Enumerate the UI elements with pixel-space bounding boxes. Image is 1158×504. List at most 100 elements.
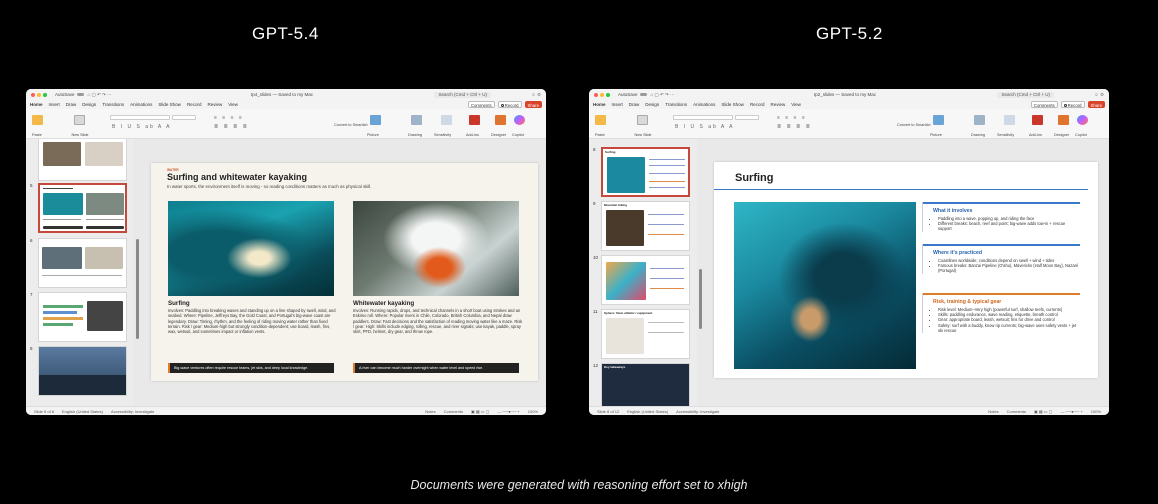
tab-slide-show[interactable]: Slide Show bbox=[721, 100, 744, 109]
addins-icon[interactable] bbox=[469, 115, 480, 125]
new-slide-icon[interactable] bbox=[74, 115, 85, 125]
minimize-button[interactable] bbox=[37, 92, 41, 97]
new-slide-icon[interactable] bbox=[637, 115, 648, 125]
zoom-button[interactable] bbox=[43, 92, 47, 97]
slide-subtitle: In water sports, the environment itself … bbox=[167, 184, 372, 189]
tab-draw[interactable]: Draw bbox=[629, 100, 640, 109]
close-button[interactable] bbox=[31, 92, 35, 97]
slide-thumbnail-8[interactable] bbox=[38, 346, 127, 396]
accessibility-status[interactable]: Accessibility: Investigate bbox=[111, 409, 154, 414]
tab-animations[interactable]: Animations bbox=[693, 100, 715, 109]
font-format-icons[interactable]: B I U S ab A A bbox=[675, 124, 734, 130]
tab-record[interactable]: Record bbox=[750, 100, 765, 109]
record-button[interactable]: Record bbox=[1060, 101, 1085, 108]
info-box-risk: Risk, training & typical gear Risk level… bbox=[922, 293, 1080, 334]
alignment-icons[interactable]: ≣ ≣ ≣ ≣ bbox=[777, 124, 812, 130]
drawing-icon[interactable] bbox=[974, 115, 985, 125]
zoom-level[interactable]: 100% bbox=[528, 409, 538, 414]
view-buttons-icon[interactable]: ▣ ▦ ▭ ▢ bbox=[471, 409, 489, 414]
account-icon[interactable]: ☺ ⚙ bbox=[531, 92, 541, 98]
tab-insert[interactable]: Insert bbox=[49, 100, 60, 109]
tab-view[interactable]: View bbox=[791, 100, 801, 109]
tab-design[interactable]: Design bbox=[82, 100, 96, 109]
sensitivity-icon[interactable] bbox=[1004, 115, 1015, 125]
tab-home[interactable]: Home bbox=[30, 100, 43, 110]
tab-insert[interactable]: Insert bbox=[612, 100, 623, 109]
slide-thumbnail-10[interactable] bbox=[601, 255, 690, 305]
paste-icon[interactable] bbox=[32, 115, 43, 125]
record-label: Record bbox=[1067, 103, 1082, 108]
account-icon[interactable]: ☺ ⚙ bbox=[1094, 92, 1104, 98]
tab-transitions[interactable]: Transitions bbox=[102, 100, 124, 109]
tab-transitions[interactable]: Transitions bbox=[665, 100, 687, 109]
paste-icon[interactable] bbox=[595, 115, 606, 125]
font-size-box[interactable] bbox=[172, 115, 196, 120]
paragraph-icons[interactable]: ≡ ≡ ≡ ≡ bbox=[214, 115, 244, 121]
slide-thumbnail-4[interactable] bbox=[38, 139, 127, 181]
tab-view[interactable]: View bbox=[228, 100, 238, 109]
record-button[interactable]: Record bbox=[497, 101, 522, 108]
tab-review[interactable]: Review bbox=[207, 100, 222, 109]
tab-home[interactable]: Home bbox=[593, 100, 606, 110]
convert-smartart-label[interactable]: Convert to SmartArt bbox=[334, 123, 368, 127]
share-button[interactable]: Share bbox=[524, 101, 542, 108]
slide-thumbnail-12[interactable]: Key takeaways bbox=[601, 363, 690, 406]
slide-thumbnail-8[interactable]: Surfing bbox=[601, 147, 690, 197]
alignment-icons[interactable]: ≣ ≣ ≣ ≣ bbox=[214, 124, 249, 130]
tab-review[interactable]: Review bbox=[770, 100, 785, 109]
picture-icon[interactable] bbox=[370, 115, 381, 125]
font-name-box[interactable] bbox=[110, 115, 170, 120]
zoom-button[interactable] bbox=[606, 92, 610, 97]
zoom-slider[interactable]: — ──●── + bbox=[1060, 409, 1082, 414]
slide-thumbnail-7[interactable] bbox=[38, 292, 127, 342]
view-buttons-icon[interactable]: ▣ ▦ ▭ ▢ bbox=[1034, 409, 1052, 414]
slide-thumbnail-6[interactable] bbox=[38, 238, 127, 288]
slide-thumbnail-11[interactable]: Sphere: Stem athletic / equipment bbox=[601, 309, 690, 359]
sensitivity-icon[interactable] bbox=[441, 115, 452, 125]
slide-canvas[interactable]: WATER Surfing and whitewater kayaking In… bbox=[151, 163, 538, 381]
share-button[interactable]: Share bbox=[1087, 101, 1105, 108]
copilot-icon[interactable] bbox=[1077, 115, 1088, 125]
search-input[interactable]: Search (Cmd + Ctrl + U) bbox=[997, 91, 1054, 98]
tab-animations[interactable]: Animations bbox=[130, 100, 152, 109]
minimize-button[interactable] bbox=[600, 92, 604, 97]
addins-icon[interactable] bbox=[1032, 115, 1043, 125]
zoom-slider[interactable]: — ──●── + bbox=[497, 409, 519, 414]
language-status[interactable]: English (United States) bbox=[62, 409, 103, 414]
status-comments-button[interactable]: Comments bbox=[1007, 409, 1026, 414]
thumbnail-scrollbar[interactable] bbox=[136, 239, 139, 339]
tab-design[interactable]: Design bbox=[645, 100, 659, 109]
notes-button[interactable]: Notes bbox=[988, 409, 998, 414]
status-comments-button[interactable]: Comments bbox=[444, 409, 463, 414]
comments-button[interactable]: Comments bbox=[467, 101, 495, 108]
drawing-icon[interactable] bbox=[411, 115, 422, 125]
tab-record[interactable]: Record bbox=[187, 100, 202, 109]
language-status[interactable]: English (United States) bbox=[627, 409, 668, 414]
slide-thumbnail-5[interactable] bbox=[38, 183, 127, 233]
autosave-toggle[interactable] bbox=[639, 92, 647, 97]
font-name-box[interactable] bbox=[673, 115, 733, 120]
tab-draw[interactable]: Draw bbox=[66, 100, 77, 109]
font-format-icons[interactable]: B I U S ab A A bbox=[112, 124, 171, 130]
thumbnail-scrollbar[interactable] bbox=[699, 269, 702, 329]
picture-icon[interactable] bbox=[933, 115, 944, 125]
slide-thumbnail-9[interactable]: Mountain biking bbox=[601, 201, 690, 251]
copilot-icon[interactable] bbox=[514, 115, 525, 125]
tab-slide-show[interactable]: Slide Show bbox=[158, 100, 181, 109]
quick-access-icons[interactable]: ⌂ ▢ ↶ ↷ ⋯ bbox=[651, 92, 675, 98]
close-button[interactable] bbox=[594, 92, 598, 97]
search-input[interactable]: Search (Cmd + Ctrl + U) bbox=[434, 91, 491, 98]
paragraph-icons[interactable]: ≡ ≡ ≡ ≡ bbox=[777, 115, 807, 121]
designer-icon[interactable] bbox=[495, 115, 506, 125]
accessibility-status[interactable]: Accessibility: Investigate bbox=[676, 409, 719, 414]
designer-icon[interactable] bbox=[1058, 115, 1069, 125]
slide-canvas[interactable]: Surfing What it involves Paddling into a… bbox=[714, 162, 1098, 378]
zoom-level[interactable]: 100% bbox=[1091, 409, 1101, 414]
notes-button[interactable]: Notes bbox=[425, 409, 435, 414]
autosave-toggle[interactable] bbox=[76, 92, 84, 97]
convert-smartart-label[interactable]: Convert to SmartArt bbox=[897, 123, 931, 127]
quick-access-icons[interactable]: ⌂ ▢ ↶ ↷ ⋯ bbox=[88, 92, 112, 98]
comments-button[interactable]: Comments bbox=[1030, 101, 1058, 108]
font-size-box[interactable] bbox=[735, 115, 759, 120]
slide-count: Slide 5 of 8 bbox=[34, 408, 55, 414]
